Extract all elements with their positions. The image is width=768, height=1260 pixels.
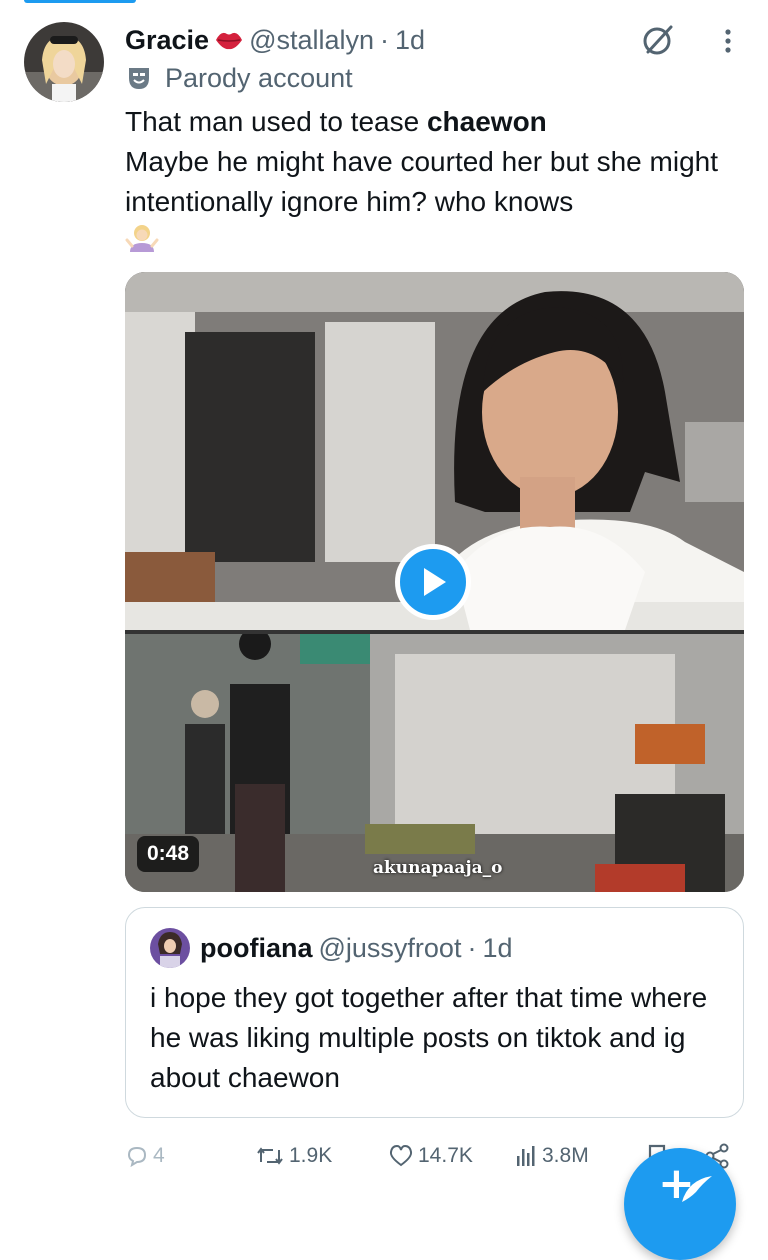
post-text-line2: Maybe he might have courted her but she … [125, 146, 719, 217]
quoted-author-name[interactable]: poofiana [200, 933, 313, 964]
author-handle[interactable]: @stallalyn [249, 25, 374, 56]
views-button[interactable]: 3.8M [514, 1140, 589, 1172]
author-display-name[interactable]: Gracie [125, 25, 209, 56]
quoted-post-header: poofiana @jussyfroot · 1d [200, 930, 513, 966]
lips-emoji-icon [215, 29, 243, 51]
repost-button[interactable]: 1.9K [255, 1140, 332, 1172]
repost-icon [255, 1144, 285, 1168]
meta-separator: · [380, 24, 390, 55]
theater-mask-icon [125, 64, 153, 92]
video-player[interactable]: 0:48 akunapaaja_o [125, 272, 744, 892]
parody-label: Parody account [125, 60, 353, 96]
heart-icon [388, 1144, 414, 1168]
quoted-post-timestamp: 1d [482, 932, 513, 963]
quoted-post[interactable]: poofiana @jussyfroot · 1d i hope they go… [125, 907, 744, 1118]
reply-count: 4 [153, 1144, 165, 1167]
like-button[interactable]: 14.7K [388, 1140, 473, 1172]
video-watermark: akunapaaja_o [373, 858, 503, 878]
video-duration: 0:48 [137, 836, 200, 872]
quoted-post-text: i hope they got together after that time… [150, 982, 708, 1093]
post-text-bold: chaewon [426, 106, 547, 137]
compose-post-button[interactable]: + [624, 1148, 736, 1260]
quoted-author-handle[interactable]: @jussyfroot [319, 933, 462, 964]
woman-shrugging-emoji-icon [125, 222, 159, 256]
post-timestamp[interactable]: 1d [395, 25, 425, 56]
reply-icon [125, 1144, 149, 1168]
author-avatar[interactable] [24, 22, 104, 102]
tab-indicator [24, 0, 136, 3]
reply-button[interactable]: 4 [125, 1140, 165, 1172]
more-options-icon[interactable] [716, 24, 740, 60]
post-text: That man used to tease chaewon Maybe he … [125, 102, 735, 222]
like-count: 14.7K [418, 1144, 473, 1167]
view-count: 3.8M [542, 1144, 589, 1167]
quoted-author-avatar[interactable] [150, 928, 190, 968]
grok-icon[interactable] [640, 22, 676, 58]
play-button[interactable] [395, 544, 471, 620]
repost-count: 1.9K [289, 1144, 333, 1167]
video-frame-bottom [125, 634, 744, 892]
quoted-meta-separator: · [467, 932, 477, 963]
analytics-icon [514, 1144, 538, 1168]
author-header: Gracie @stallalyn · 1d [125, 22, 425, 58]
post-text-line1: That man used to tease chaewon [125, 106, 547, 137]
play-icon [418, 566, 448, 598]
parody-account-label: Parody account [165, 62, 353, 93]
